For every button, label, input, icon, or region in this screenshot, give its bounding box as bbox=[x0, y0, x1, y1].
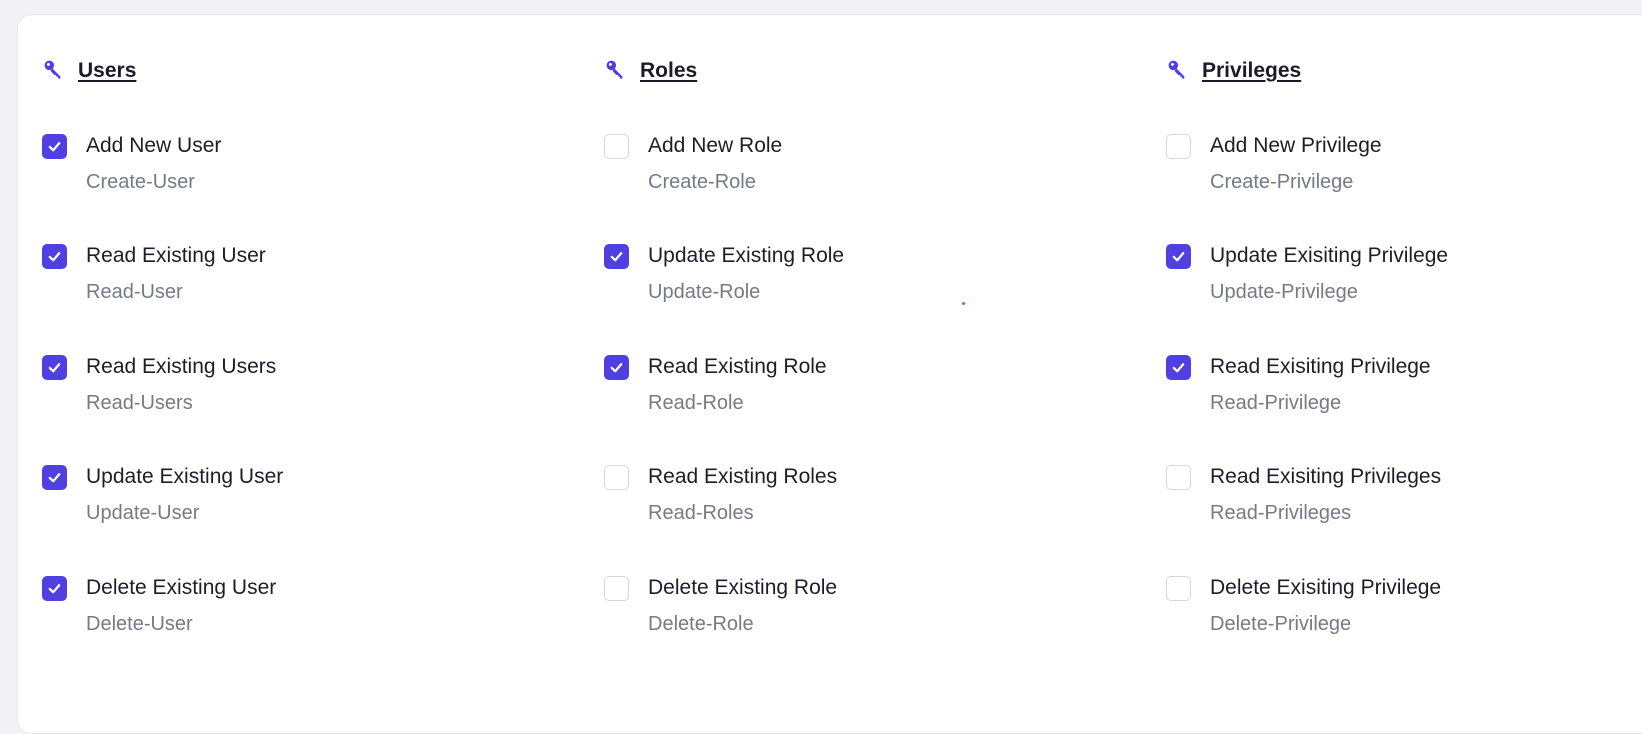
permission-label: Add New Privilege bbox=[1210, 134, 1382, 157]
permission-code: Delete-Privilege bbox=[1210, 613, 1352, 635]
permission-item[interactable]: Delete Exisiting Privilege Delete-Privil… bbox=[1166, 573, 1642, 653]
permission-label: Update Exisiting Privilege bbox=[1210, 244, 1449, 267]
permission-code: Update-Privilege bbox=[1210, 281, 1358, 303]
permission-label: Add New Role bbox=[648, 134, 783, 157]
check-icon bbox=[1172, 252, 1185, 262]
permission-item[interactable]: Read Exisiting Privileges Read-Privilege… bbox=[1166, 462, 1642, 542]
permission-label: Read Existing User bbox=[86, 244, 266, 267]
permission-label: Update Existing User bbox=[86, 465, 284, 488]
permission-code: Delete-Role bbox=[648, 613, 754, 635]
permission-code: Update-Role bbox=[648, 281, 761, 303]
permission-code: Read-Privileges bbox=[1210, 502, 1352, 524]
check-icon bbox=[48, 142, 61, 152]
permission-code: Read-Users bbox=[86, 392, 193, 414]
permission-code: Create-User bbox=[86, 171, 195, 193]
check-icon bbox=[48, 363, 61, 373]
key-icon bbox=[44, 60, 61, 79]
group-title[interactable]: Users bbox=[78, 59, 136, 83]
permission-label: Read Exisiting Privileges bbox=[1210, 465, 1442, 488]
group-title[interactable]: Privileges bbox=[1202, 59, 1301, 83]
check-icon bbox=[610, 252, 623, 262]
permission-item[interactable]: Update Exisiting Privilege Update-Privil… bbox=[1166, 241, 1642, 321]
permission-item[interactable]: Read Existing Users Read-Users bbox=[42, 352, 562, 432]
cursor-dot bbox=[962, 302, 965, 305]
permission-item[interactable]: Delete Existing Role Delete-Role bbox=[604, 573, 1124, 653]
permission-checkbox[interactable] bbox=[42, 355, 67, 380]
permission-checkbox[interactable] bbox=[42, 465, 67, 490]
permission-code: Read-Roles bbox=[648, 502, 754, 524]
permissions-card: Users Add New User Create-User Read Exis… bbox=[17, 14, 1642, 734]
permission-code: Update-User bbox=[86, 502, 200, 524]
group-header: Roles bbox=[604, 59, 697, 83]
permission-item[interactable]: Update Existing Role Update-Role bbox=[604, 241, 1124, 321]
permission-item[interactable]: Add New Privilege Create-Privilege bbox=[1166, 131, 1642, 211]
permission-label: Add New User bbox=[86, 134, 222, 157]
permission-item[interactable]: Add New Role Create-Role bbox=[604, 131, 1124, 211]
permission-checkbox[interactable] bbox=[42, 576, 67, 601]
check-icon bbox=[48, 473, 61, 483]
permission-checkbox[interactable] bbox=[1166, 465, 1191, 490]
key-icon bbox=[606, 60, 623, 79]
permission-code: Create-Role bbox=[648, 171, 756, 193]
permission-checkbox[interactable] bbox=[42, 244, 67, 269]
permission-code: Create-Privilege bbox=[1210, 171, 1354, 193]
permission-label: Delete Exisiting Privilege bbox=[1210, 576, 1442, 599]
permission-code: Read-Role bbox=[648, 392, 744, 414]
permission-code: Read-User bbox=[86, 281, 183, 303]
permission-checkbox[interactable] bbox=[42, 134, 67, 159]
permission-label: Read Exisiting Privilege bbox=[1210, 355, 1431, 378]
permission-item[interactable]: Read Existing User Read-User bbox=[42, 241, 562, 321]
check-icon bbox=[1172, 363, 1185, 373]
check-icon bbox=[48, 584, 61, 594]
permission-code: Delete-User bbox=[86, 613, 193, 635]
check-icon bbox=[610, 363, 623, 373]
permission-checkbox[interactable] bbox=[604, 244, 629, 269]
permission-label: Delete Existing Role bbox=[648, 576, 838, 599]
group-header: Privileges bbox=[1166, 59, 1301, 83]
permission-item[interactable]: Delete Existing User Delete-User bbox=[42, 573, 562, 653]
check-icon bbox=[48, 252, 61, 262]
permission-item[interactable]: Read Exisiting Privilege Read-Privilege bbox=[1166, 352, 1642, 432]
permission-checkbox[interactable] bbox=[604, 134, 629, 159]
permission-item[interactable]: Read Existing Roles Read-Roles bbox=[604, 462, 1124, 542]
permission-checkbox[interactable] bbox=[1166, 355, 1191, 380]
permission-label: Read Existing Role bbox=[648, 355, 827, 378]
permission-checkbox[interactable] bbox=[604, 355, 629, 380]
permission-label: Update Existing Role bbox=[648, 244, 845, 267]
permission-checkbox[interactable] bbox=[1166, 134, 1191, 159]
permission-code: Read-Privilege bbox=[1210, 392, 1342, 414]
key-icon bbox=[1168, 60, 1185, 79]
permission-checkbox[interactable] bbox=[1166, 244, 1191, 269]
permission-item[interactable]: Add New User Create-User bbox=[42, 131, 562, 211]
permission-checkbox[interactable] bbox=[604, 465, 629, 490]
permission-label: Delete Existing User bbox=[86, 576, 277, 599]
group-title[interactable]: Roles bbox=[640, 59, 697, 83]
group-header: Users bbox=[42, 59, 136, 83]
permission-item[interactable]: Update Existing User Update-User bbox=[42, 462, 562, 542]
permission-label: Read Existing Users bbox=[86, 355, 277, 378]
permission-label: Read Existing Roles bbox=[648, 465, 838, 488]
permission-checkbox[interactable] bbox=[1166, 576, 1191, 601]
permission-item[interactable]: Read Existing Role Read-Role bbox=[604, 352, 1124, 432]
permission-checkbox[interactable] bbox=[604, 576, 629, 601]
